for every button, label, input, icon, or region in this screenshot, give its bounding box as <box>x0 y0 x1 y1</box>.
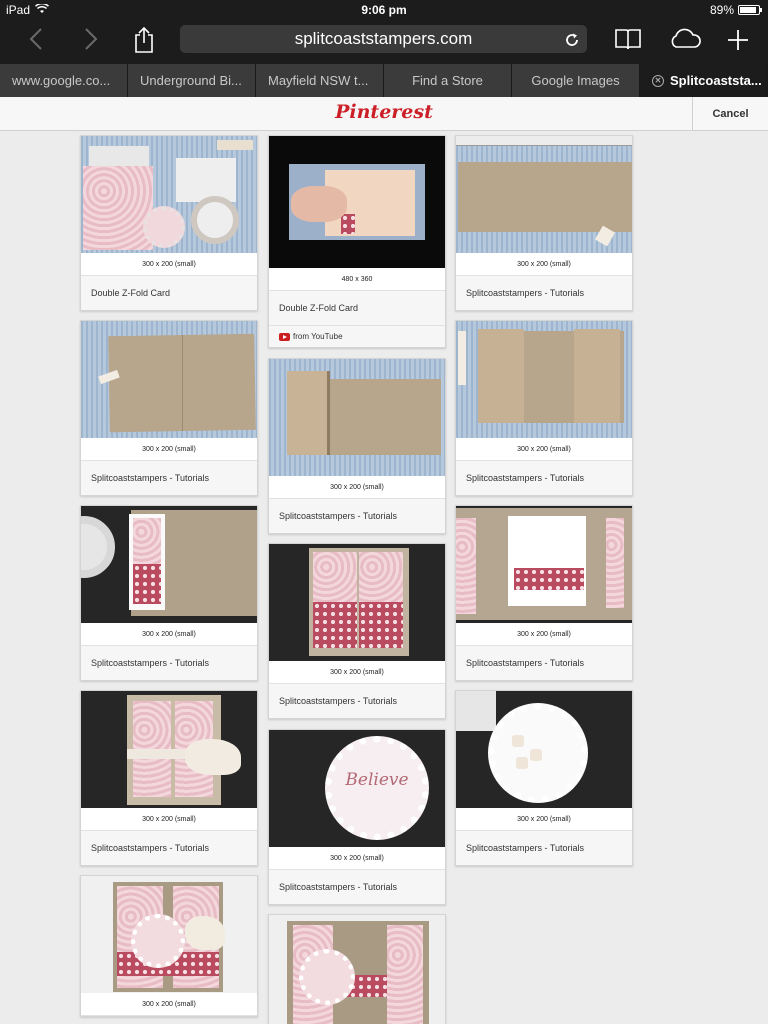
card-image <box>269 915 445 1024</box>
image-card[interactable]: 300 x 200 (small) <box>80 875 258 1017</box>
new-tab-icon[interactable] <box>722 26 754 58</box>
pinterest-logo: Pinterest <box>335 101 433 123</box>
tab-label: Splitcoaststa... <box>670 73 762 88</box>
image-dimensions: 300 x 200 (small) <box>269 661 445 684</box>
card-image <box>81 321 257 438</box>
image-card[interactable]: 300 x 200 (small) Splitcoaststampers - T… <box>455 320 633 496</box>
url-text: splitcoaststampers.com <box>294 29 473 48</box>
battery-icon <box>738 5 762 15</box>
cancel-button[interactable]: Cancel <box>692 97 768 131</box>
tab-find-a-store[interactable]: Find a Store <box>384 64 512 97</box>
image-title: Splitcoaststampers - Tutorials <box>91 843 210 853</box>
tab-label: Underground Bi... <box>140 73 242 88</box>
image-title: Splitcoaststampers - Tutorials <box>279 882 398 892</box>
card-image <box>81 691 257 808</box>
image-card[interactable] <box>268 914 446 1024</box>
card-image <box>81 876 257 993</box>
tab-google-images[interactable]: Google Images <box>512 64 640 97</box>
image-card[interactable]: 300 x 200 (small) Splitcoaststampers - T… <box>455 505 633 681</box>
image-card[interactable]: 300 x 200 (small) Splitcoaststampers - T… <box>455 690 633 866</box>
card-image <box>456 136 632 253</box>
battery-percent: 89% <box>709 3 734 17</box>
image-title: Splitcoaststampers - Tutorials <box>466 288 585 298</box>
image-title: Splitcoaststampers - Tutorials <box>466 843 585 853</box>
share-icon[interactable] <box>128 26 160 61</box>
status-bar: iPad 9:06 pm 89% <box>0 0 768 20</box>
tab-label: Mayfield NSW t... <box>268 73 369 88</box>
image-title: Splitcoaststampers - Tutorials <box>466 658 585 668</box>
image-dimensions: 300 x 200 (small) <box>81 253 257 276</box>
card-image <box>456 506 632 623</box>
card-image <box>456 691 632 808</box>
image-title: Splitcoaststampers - Tutorials <box>279 696 398 706</box>
image-picker-grid: 300 x 200 (small) Double Z-Fold Card 300… <box>0 131 768 1024</box>
image-dimensions: 300 x 200 (small) <box>81 808 257 831</box>
image-dimensions: 480 x 360 <box>269 268 445 291</box>
reload-icon[interactable] <box>565 25 579 53</box>
image-dimensions: 300 x 200 (small) <box>81 438 257 461</box>
image-dimensions: 300 x 200 (small) <box>456 253 632 276</box>
card-image: Believe <box>269 730 445 847</box>
battery-level <box>740 7 757 13</box>
card-image <box>269 359 445 476</box>
image-title: Double Z-Fold Card <box>91 288 171 298</box>
image-dimensions: 300 x 200 (small) <box>81 993 257 1016</box>
image-dimensions: 300 x 200 (small) <box>81 623 257 646</box>
tab-label: www.google.co... <box>12 73 111 88</box>
clock: 9:06 pm <box>361 3 407 17</box>
close-tab-icon[interactable]: ✕ <box>652 74 664 87</box>
image-card[interactable]: 300 x 200 (small) Splitcoaststampers - T… <box>80 505 258 681</box>
image-title: Splitcoaststampers - Tutorials <box>466 473 585 483</box>
image-card[interactable]: 300 x 200 (small) Splitcoaststampers - T… <box>80 690 258 866</box>
back-icon[interactable] <box>20 26 52 58</box>
browser-toolbar: splitcoaststampers.com <box>0 20 768 64</box>
image-card[interactable]: 300 x 200 (small) Splitcoaststampers - T… <box>268 358 446 534</box>
image-dimensions: 300 x 200 (small) <box>269 476 445 499</box>
bookmarks-icon[interactable] <box>612 26 644 58</box>
card-image <box>81 136 257 253</box>
image-card[interactable]: 300 x 200 (small) Splitcoaststampers - T… <box>455 135 633 311</box>
card-image <box>269 544 445 661</box>
tab-underground[interactable]: Underground Bi... <box>128 64 256 97</box>
image-dimensions: 300 x 200 (small) <box>456 438 632 461</box>
card-image <box>456 321 632 438</box>
image-title: Double Z-Fold Card <box>279 303 359 313</box>
tab-splitcoaststampers[interactable]: ✕ Splitcoaststa... <box>640 64 768 97</box>
url-bar[interactable]: splitcoaststampers.com <box>180 25 587 53</box>
tab-google[interactable]: www.google.co... <box>0 64 128 97</box>
image-dimensions: 300 x 200 (small) <box>269 847 445 870</box>
pinterest-header: Pinterest Cancel <box>0 97 768 131</box>
card-image <box>269 136 445 268</box>
card-image <box>81 506 257 623</box>
tab-label: Find a Store <box>412 73 483 88</box>
tab-label: Google Images <box>531 73 620 88</box>
video-source[interactable]: from YouTube <box>269 325 445 347</box>
tab-bar: www.google.co... Underground Bi... Mayfi… <box>0 64 768 97</box>
image-title: Splitcoaststampers - Tutorials <box>91 658 210 668</box>
image-card[interactable]: 300 x 200 (small) Double Z-Fold Card <box>80 135 258 311</box>
forward-icon[interactable] <box>75 26 107 58</box>
youtube-icon <box>279 332 290 341</box>
image-card[interactable]: 480 x 360 Double Z-Fold Card from YouTub… <box>268 135 446 348</box>
image-title: Splitcoaststampers - Tutorials <box>91 473 210 483</box>
icloud-tabs-icon[interactable] <box>666 26 704 58</box>
source-label: from YouTube <box>293 331 343 341</box>
image-card[interactable]: 300 x 200 (small) Splitcoaststampers - T… <box>268 543 446 719</box>
image-title: Splitcoaststampers - Tutorials <box>279 511 398 521</box>
tab-mayfield[interactable]: Mayfield NSW t... <box>256 64 384 97</box>
image-dimensions: 300 x 200 (small) <box>456 808 632 831</box>
image-card[interactable]: 300 x 200 (small) Splitcoaststampers - T… <box>80 320 258 496</box>
image-card[interactable]: Believe 300 x 200 (small) Splitcoaststam… <box>268 729 446 905</box>
image-dimensions: 300 x 200 (small) <box>456 623 632 646</box>
